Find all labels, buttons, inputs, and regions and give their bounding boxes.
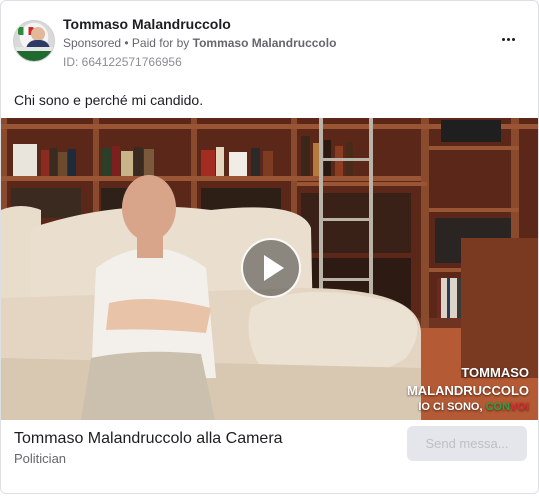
- ad-header: Tommaso Malandruccolo Sponsored • Paid f…: [13, 15, 526, 71]
- overlay-line2: MALANDRUCCOLO: [406, 383, 529, 398]
- video-player[interactable]: TOMMASO MALANDRUCCOLO IO CI SONO, CONVOI: [1, 118, 538, 420]
- sponsored-label: Sponsored: [63, 36, 122, 50]
- paid-for-prefix: • Paid for by: [121, 36, 193, 50]
- ad-caption: Chi sono e perché mi candido.: [14, 92, 204, 108]
- page-avatar[interactable]: [13, 20, 55, 62]
- send-message-button[interactable]: Send messa...: [407, 426, 527, 461]
- cta-title[interactable]: Tommaso Malandruccolo alla Camera: [14, 430, 283, 448]
- ad-id: ID: 664122571766956: [63, 55, 182, 69]
- overlay-tagline: IO CI SONO, CONVOI: [407, 400, 529, 414]
- sponsored-line: Sponsored • Paid for by Tommaso Malandru…: [63, 36, 336, 50]
- ad-footer: Tommaso Malandruccolo alla Camera Politi…: [1, 420, 538, 493]
- page-name[interactable]: Tommaso Malandruccolo: [63, 16, 231, 32]
- overlay-tag-voi: VOI: [510, 401, 529, 413]
- overlay-line1: TOMMASO: [461, 365, 529, 380]
- overlay-tag-prefix: IO CI SONO,: [418, 401, 486, 413]
- video-overlay-text: TOMMASO MALANDRUCCOLO IO CI SONO, CONVOI: [407, 364, 529, 414]
- more-options-icon[interactable]: [496, 27, 520, 51]
- paid-for-name: Tommaso Malandruccolo: [192, 36, 337, 50]
- ad-card: Tommaso Malandruccolo Sponsored • Paid f…: [0, 0, 539, 494]
- play-icon[interactable]: [241, 238, 301, 298]
- overlay-tag-con: CON: [485, 401, 511, 413]
- cta-subtitle: Politician: [14, 451, 67, 466]
